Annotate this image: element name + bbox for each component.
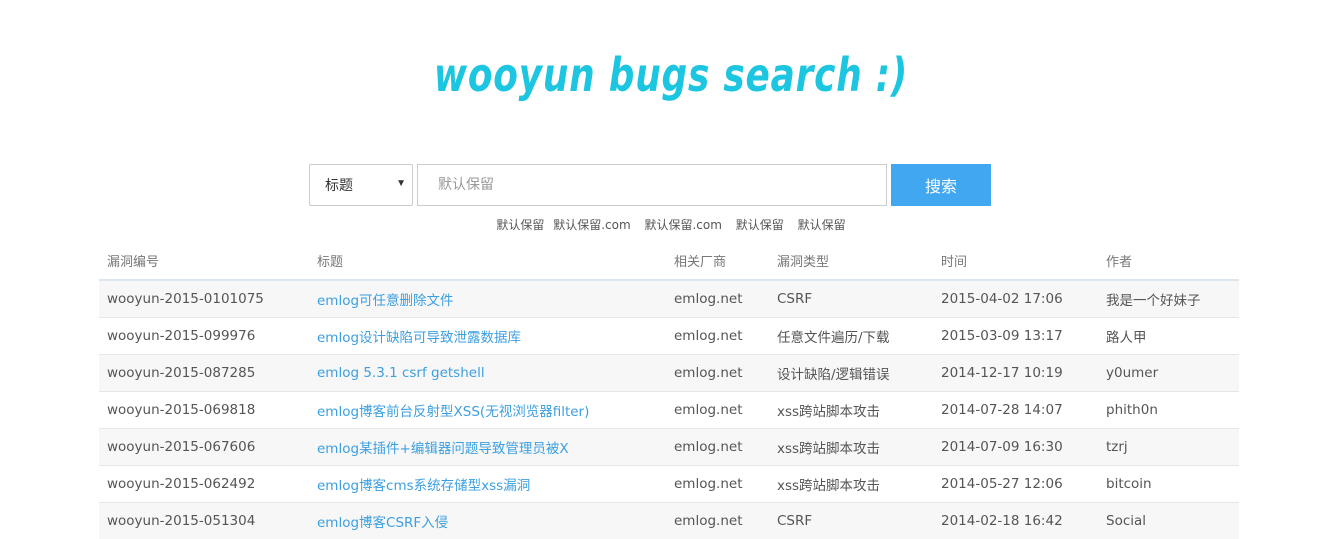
table-row: wooyun-2015-099976 emlog设计缺陷可导致泄露数据库 emlog… <box>99 316 1239 354</box>
title-link[interactable]: emlog 5.3.1 csrf getshell <box>317 365 485 381</box>
table-cell: emlog博客前台反射型XSS(无视浏览器filter) <box>309 390 666 428</box>
hint-link[interactable]: 默认保留.com <box>553 218 630 232</box>
author-cell: Social <box>1098 501 1239 539</box>
title-link[interactable]: emlog可任意删除文件 <box>317 293 454 309</box>
table-cell: emlog设计缺陷可导致泄露数据库 <box>309 316 666 354</box>
table-row: wooyun-2015-087285 emlog 5.3.1 csrf getsh… <box>99 353 1239 391</box>
time-cell: 2014-05-27 12:06 <box>933 464 1098 502</box>
table-cell: emlog 5.3.1 csrf getshell <box>309 353 666 391</box>
type-cell: CSRF <box>769 279 933 317</box>
title-link[interactable]: emlog设计缺陷可导致泄露数据库 <box>317 330 521 346</box>
vendor-cell: emlog.net <box>666 390 769 428</box>
table-row: wooyun-2015-062492 emlog博客cms系统存储型xss漏洞 em… <box>99 464 1239 502</box>
vendor-cell: emlog.net <box>666 427 769 465</box>
results-table: 漏洞编号 标题 相关厂商 漏洞类型 时间 作者 wooyun-2015-0101… <box>99 242 1239 539</box>
header-bug-id: 漏洞编号 <box>99 242 309 281</box>
vendor-cell: emlog.net <box>666 316 769 354</box>
bug-id-cell: wooyun-2015-062492 <box>99 464 309 502</box>
type-cell: xss跨站脚本攻击 <box>769 390 933 428</box>
table-cell: emlog博客CSRF入侵 <box>309 501 666 539</box>
table-cell: emlog某插件+编辑器问题导致管理员被X <box>309 427 666 465</box>
search-field-select[interactable]: 标题 ▼ <box>309 164 413 206</box>
table-row: wooyun-2015-069818 emlog博客前台反射型XSS(无视浏览器f… <box>99 390 1239 428</box>
time-cell: 2015-03-09 13:17 <box>933 316 1098 354</box>
bug-id-cell: wooyun-2015-069818 <box>99 390 309 428</box>
author-cell: y0umer <box>1098 353 1239 391</box>
table-header-row: 漏洞编号 标题 相关厂商 漏洞类型 时间 作者 <box>99 242 1239 281</box>
vendor-cell: emlog.net <box>666 464 769 502</box>
type-cell: xss跨站脚本攻击 <box>769 427 933 465</box>
bug-id-cell: wooyun-2015-051304 <box>99 501 309 539</box>
table-cell: emlog可任意删除文件 <box>309 279 666 317</box>
bug-id-cell: wooyun-2015-087285 <box>99 353 309 391</box>
type-cell: CSRF <box>769 501 933 539</box>
header-type: 漏洞类型 <box>769 242 933 281</box>
author-cell: phith0n <box>1098 390 1239 428</box>
hint-link[interactable]: 默认保留 <box>736 218 784 232</box>
vendor-cell: emlog.net <box>666 501 769 539</box>
time-cell: 2014-02-18 16:42 <box>933 501 1098 539</box>
table-row: wooyun-2015-051304 emlog博客CSRF入侵 emlog.net… <box>99 501 1239 539</box>
table-row: wooyun-2015-0101075 emlog可任意删除文件 emlog.net… <box>99 279 1239 317</box>
table-row: wooyun-2015-067606 emlog某插件+编辑器问题导致管理员被X e… <box>99 427 1239 465</box>
type-cell: xss跨站脚本攻击 <box>769 464 933 502</box>
site-logo: wooyun bugs search :) <box>433 48 909 102</box>
title-link[interactable]: emlog某插件+编辑器问题导致管理员被X <box>317 441 569 457</box>
title-link[interactable]: emlog博客CSRF入侵 <box>317 515 448 531</box>
table-cell: emlog博客cms系统存储型xss漏洞 <box>309 464 666 502</box>
time-cell: 2014-07-28 14:07 <box>933 390 1098 428</box>
time-cell: 2015-04-02 17:06 <box>933 279 1098 317</box>
time-cell: 2014-07-09 16:30 <box>933 427 1098 465</box>
author-cell: tzrj <box>1098 427 1239 465</box>
hot-keywords: 默认保留 默认保留.com 默认保留.com 默认保留 默认保留 <box>0 216 1342 233</box>
author-cell: bitcoin <box>1098 464 1239 502</box>
header-author: 作者 <box>1098 242 1239 281</box>
title-link[interactable]: emlog博客cms系统存储型xss漏洞 <box>317 478 530 494</box>
hint-link[interactable]: 默认保留 <box>798 218 846 232</box>
search-input[interactable] <box>417 164 887 206</box>
author-cell: 我是一个好妹子 <box>1098 279 1239 317</box>
title-link[interactable]: emlog博客前台反射型XSS(无视浏览器filter) <box>317 404 589 420</box>
select-value: 标题 <box>325 177 353 193</box>
vendor-cell: emlog.net <box>666 279 769 317</box>
search-bar: 标题 ▼ 搜索 <box>309 164 991 206</box>
time-cell: 2014-12-17 10:19 <box>933 353 1098 391</box>
chevron-down-icon: ▼ <box>396 178 406 189</box>
type-cell: 设计缺陷/逻辑错误 <box>769 353 933 391</box>
header-title: 标题 <box>309 242 666 281</box>
bug-id-cell: wooyun-2015-067606 <box>99 427 309 465</box>
author-cell: 路人甲 <box>1098 316 1239 354</box>
hint-link[interactable]: 默认保留.com <box>644 218 721 232</box>
vendor-cell: emlog.net <box>666 353 769 391</box>
header-time: 时间 <box>933 242 1098 281</box>
bug-id-cell: wooyun-2015-099976 <box>99 316 309 354</box>
type-cell: 任意文件遍历/下载 <box>769 316 933 354</box>
header-vendor: 相关厂商 <box>666 242 769 281</box>
search-button[interactable]: 搜索 <box>891 164 991 206</box>
bug-id-cell: wooyun-2015-0101075 <box>99 279 309 317</box>
hint-link[interactable]: 默认保留 <box>496 218 544 232</box>
